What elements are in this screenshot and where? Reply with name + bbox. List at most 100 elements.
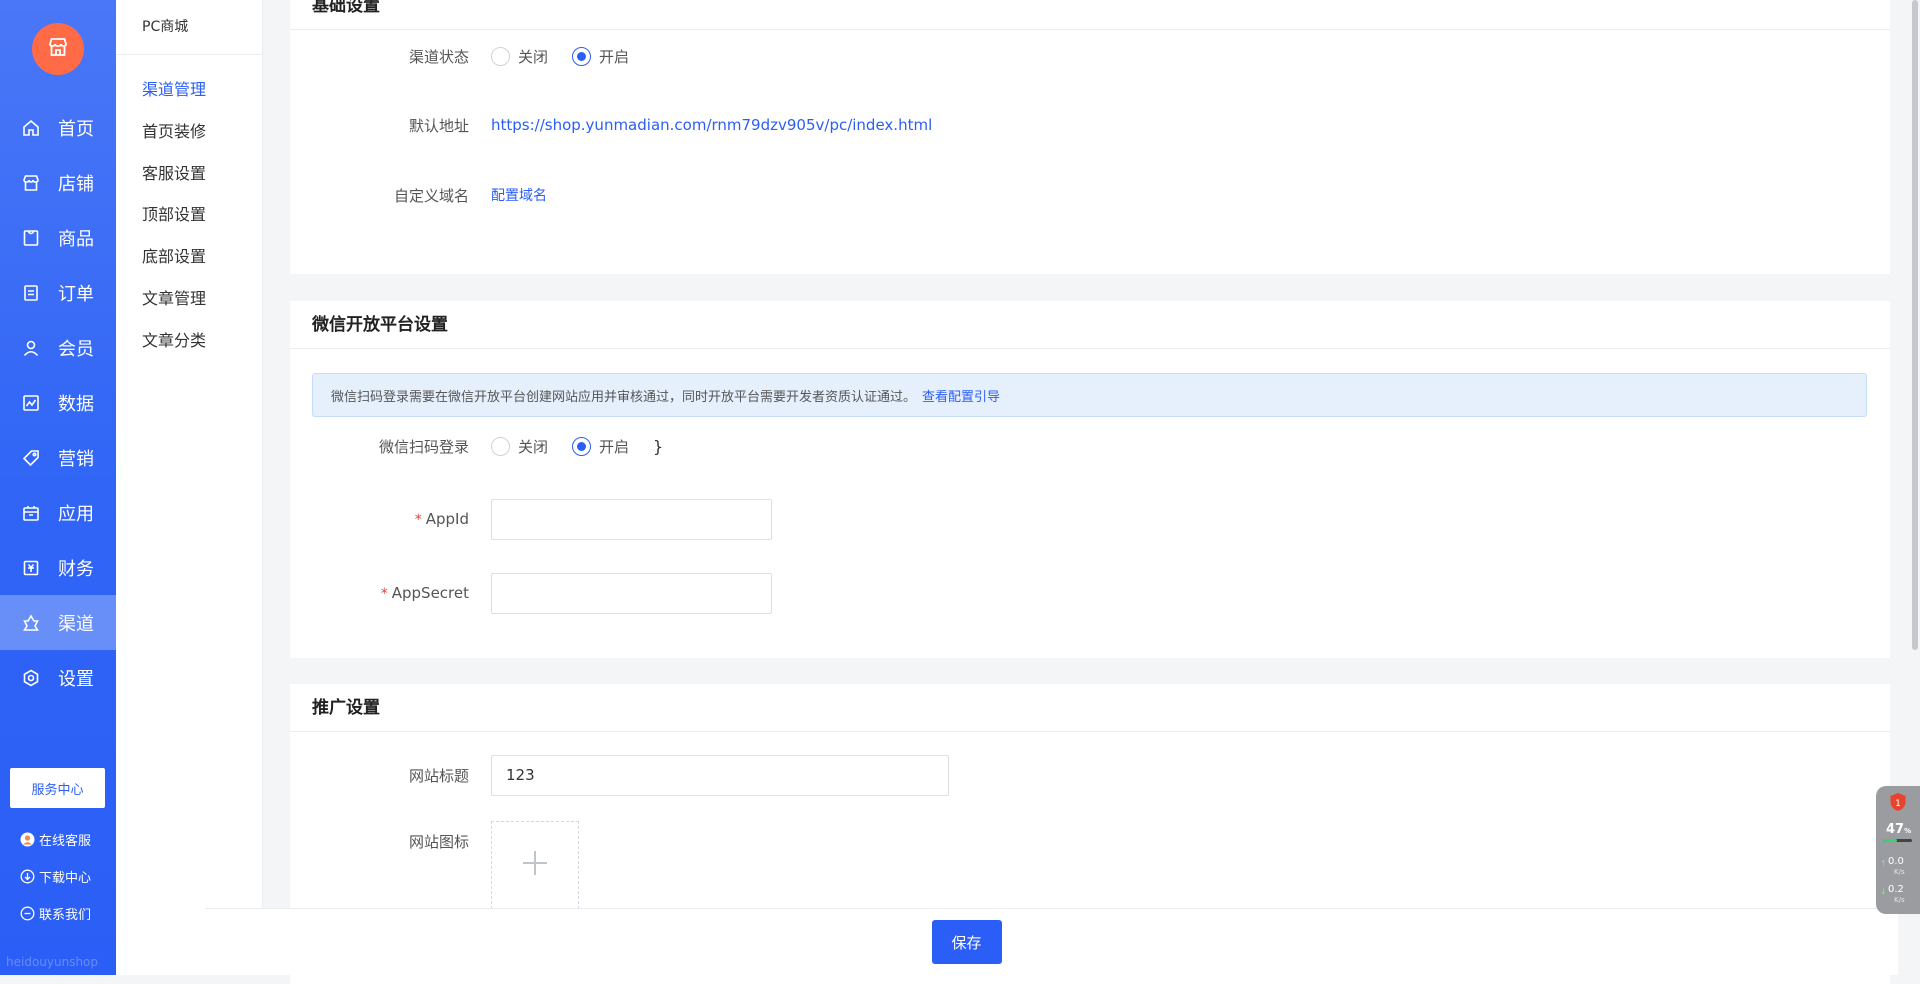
subnav-item-top-settings[interactable]: 顶部设置 (142, 201, 206, 225)
subnav-item-bottom-settings[interactable]: 底部设置 (142, 243, 206, 267)
wechat-notice-text: 微信扫码登录需要在微信开放平台创建网站应用并审核通过，同时开放平台需要开发者资质… (331, 389, 917, 405)
appsecret-row: * AppSecret (290, 572, 1890, 614)
nav-item-store[interactable]: 店铺 (0, 155, 116, 210)
download-arrow-icon: ↓ (1880, 887, 1887, 896)
sub-sidebar-title: PC商城 (116, 0, 262, 55)
cpu-percent: 47% (1886, 822, 1911, 837)
subnav-item-article-management[interactable]: 文章管理 (142, 285, 206, 309)
site-title-row: 网站标题 (290, 754, 1890, 796)
download-speed-unit: K/s (1894, 896, 1905, 904)
action-footer: 保存 (205, 908, 1898, 975)
contact-us-link[interactable]: 联系我们 (20, 904, 91, 923)
config-guide-link[interactable]: 查看配置引导 (922, 386, 1000, 405)
order-icon (22, 284, 40, 302)
store-icon (22, 174, 40, 192)
upload-speed: 0.0 K/s (1888, 857, 1905, 877)
nav-item-channel[interactable]: 渠道 (0, 595, 116, 650)
sub-sidebar: PC商城 渠道管理 首页装修 客服设置 顶部设置 底部设置 文章管理 文章分类 (116, 0, 263, 975)
nav-label-orders: 订单 (58, 283, 94, 305)
member-icon (22, 339, 40, 357)
scan-login-label: 微信扫码登录 (378, 437, 469, 456)
subnav-item-customer-service[interactable]: 客服设置 (142, 160, 206, 184)
nav-item-data[interactable]: 数据 (0, 375, 116, 430)
logo[interactable] (32, 23, 84, 75)
system-monitor-widget[interactable]: 1 47% ↑ 0.0 K/s ↓ 0.2 K/s (1876, 786, 1920, 914)
subnav-item-home-decoration[interactable]: 首页装修 (142, 118, 206, 142)
radio-on-label: 开启 (599, 47, 630, 66)
shield-icon: 1 (1889, 792, 1907, 812)
home-icon (22, 119, 40, 137)
basic-settings-title: 基础设置 (290, 0, 1890, 30)
nav-item-settings[interactable]: 设置 (0, 650, 116, 705)
nav-label-members: 会员 (58, 338, 94, 360)
upload-arrow-icon: ↑ (1880, 859, 1887, 868)
scan-login-off-radio[interactable]: 关闭 (491, 436, 548, 457)
download-center-label: 下载中心 (39, 871, 92, 886)
nav-item-finance[interactable]: 财务 (0, 540, 116, 595)
channel-status-off-radio[interactable]: 关闭 (491, 46, 548, 67)
default-address-label: 默认地址 (408, 116, 469, 135)
wechat-settings-title: 微信开放平台设置 (290, 301, 1890, 349)
tag-icon (22, 449, 40, 467)
online-service-label: 在线客服 (39, 834, 92, 849)
basic-settings-card: 基础设置 渠道状态 关闭 开启 默认地址 https://shop.yunmad… (290, 0, 1890, 274)
main-content: 基础设置 渠道状态 关闭 开启 默认地址 https://shop.yunmad… (263, 0, 1920, 984)
nav-item-marketing[interactable]: 营销 (0, 430, 116, 485)
plus-icon (520, 848, 550, 882)
wechat-settings-card: 微信开放平台设置 微信扫码登录需要在微信开放平台创建网站应用并审核通过，同时开放… (290, 301, 1890, 658)
wechat-notice: 微信扫码登录需要在微信开放平台创建网站应用并审核通过，同时开放平台需要开发者资质… (312, 373, 1867, 417)
radio-off-label: 关闭 (518, 47, 549, 66)
promotion-settings-title: 推广设置 (290, 684, 1890, 732)
service-center-button[interactable]: 服务中心 (10, 768, 105, 808)
site-icon-upload[interactable] (491, 821, 579, 909)
appid-label: * AppId (290, 510, 469, 528)
nav-label-goods: 商品 (58, 228, 94, 250)
nav-item-goods[interactable]: 商品 (0, 210, 116, 265)
nav-label-finance: 财务 (58, 558, 94, 580)
upload-speed-unit: K/s (1894, 868, 1905, 876)
default-address-row: 默认地址 https://shop.yunmadian.com/rnm79dzv… (290, 105, 1890, 145)
cpu-bar (1884, 839, 1912, 842)
scan-login-on-radio[interactable]: 开启 (572, 436, 629, 457)
nav-label-store: 店铺 (58, 173, 94, 195)
sidebar-watermark: heidouyunshop (6, 955, 99, 969)
site-title-input[interactable] (491, 754, 949, 796)
radio-circle (572, 46, 592, 66)
nav-label-home: 首页 (58, 118, 94, 140)
chat-icon (20, 906, 35, 921)
cpu-percent-value: 47 (1886, 822, 1905, 837)
radio-off-label: 关闭 (518, 437, 549, 456)
nav-item-orders[interactable]: 订单 (0, 265, 116, 320)
avatar-icon (20, 832, 35, 847)
save-button[interactable]: 保存 (931, 920, 1002, 964)
site-icon-label: 网站图标 (408, 833, 469, 851)
download-speed: 0.2 K/s (1888, 885, 1905, 905)
shield-badge-count: 1 (1895, 799, 1901, 809)
nav-item-apps[interactable]: 应用 (0, 485, 116, 540)
appid-row: * AppId (290, 498, 1890, 540)
nav-item-home[interactable]: 首页 (0, 100, 116, 155)
download-center-link[interactable]: 下载中心 (20, 867, 91, 886)
default-address-link[interactable]: https://shop.yunmadian.com/rnm79dzv905v/… (491, 116, 932, 134)
shop-icon (46, 35, 70, 63)
subnav-item-article-category[interactable]: 文章分类 (142, 327, 206, 351)
nav-label-apps: 应用 (58, 503, 94, 525)
online-service-link[interactable]: 在线客服 (20, 830, 91, 849)
cpu-bar-fill (1884, 839, 1898, 842)
configure-domain-link[interactable]: 配置域名 (491, 185, 547, 205)
radio-on-label: 开启 (599, 437, 630, 456)
channel-status-on-radio[interactable]: 开启 (572, 46, 629, 67)
appsecret-label-text: AppSecret (391, 584, 469, 602)
radio-circle (491, 46, 510, 66)
appid-input[interactable] (491, 498, 772, 540)
scrollbar-thumb[interactable] (1912, 0, 1918, 650)
custom-domain-row: 自定义域名 配置域名 (290, 175, 1890, 215)
nav-item-members[interactable]: 会员 (0, 320, 116, 375)
scan-login-row: 微信扫码登录 关闭 开启 } (290, 426, 1890, 466)
appsecret-input[interactable] (491, 572, 772, 614)
site-title-label: 网站标题 (408, 766, 469, 785)
appsecret-label: * AppSecret (290, 584, 469, 602)
gear-icon (22, 669, 40, 687)
contact-us-label: 联系我们 (39, 908, 92, 923)
subnav-item-channel-management[interactable]: 渠道管理 (142, 76, 206, 100)
